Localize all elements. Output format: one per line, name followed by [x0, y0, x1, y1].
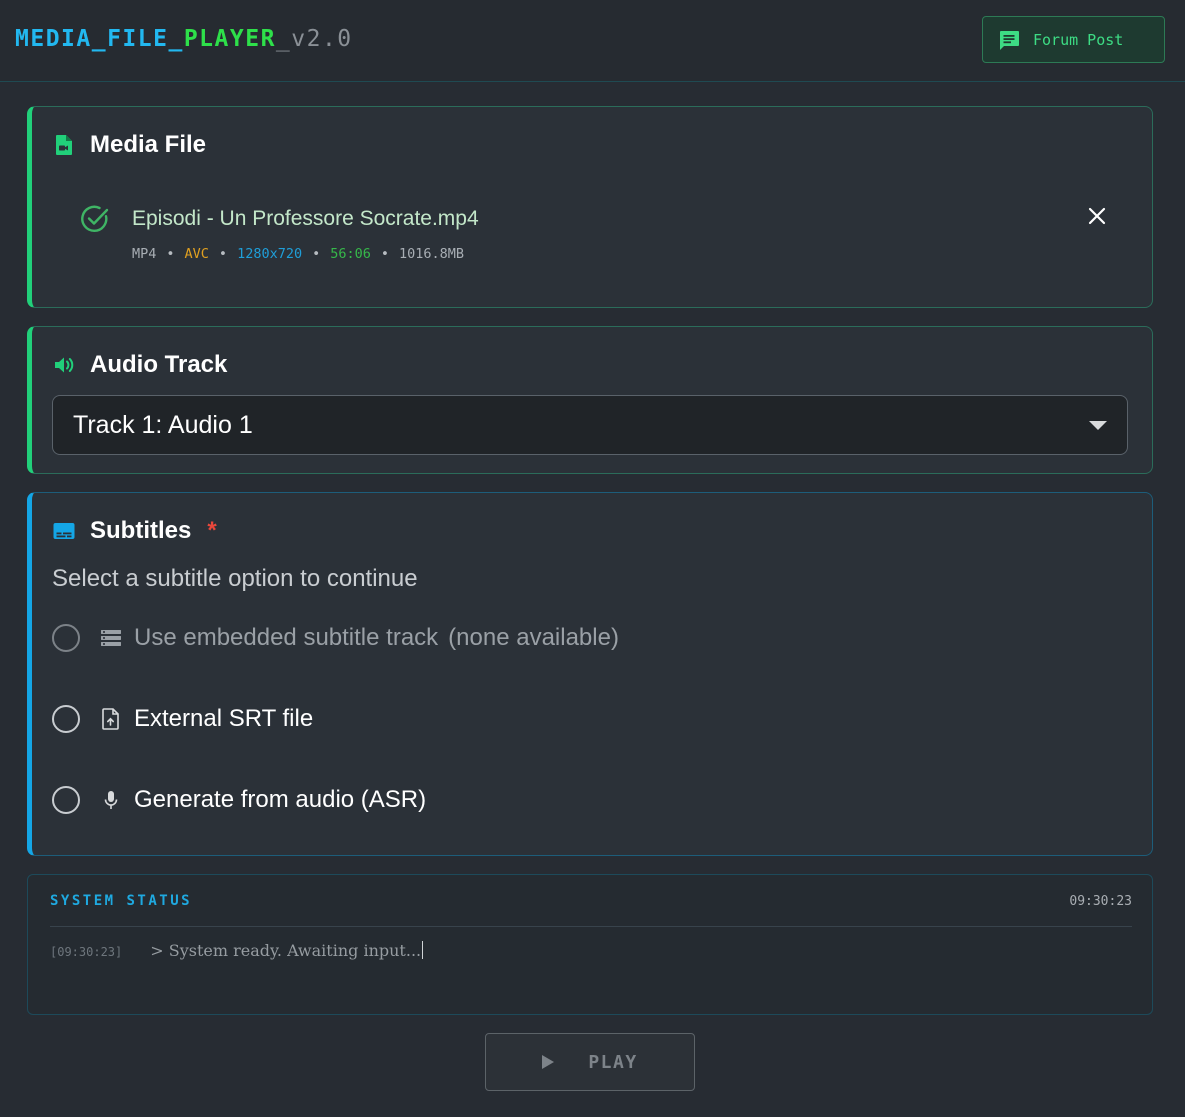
- divider: [50, 926, 1132, 927]
- chat-bubble-icon: [1000, 30, 1019, 50]
- subtitles-icon: [53, 523, 75, 539]
- text-cursor: [422, 941, 424, 959]
- option-generate-asr[interactable]: Generate from audio (ASR): [52, 780, 426, 820]
- audio-track-selected-value: Track 1: Audio 1: [73, 410, 253, 439]
- logo-version: _v2.0: [275, 26, 353, 52]
- play-label: PLAY: [588, 1051, 638, 1073]
- radio-external-srt[interactable]: [52, 705, 80, 733]
- subtitles-card: Subtitles * Select a subtitle option to c…: [27, 492, 1153, 856]
- subtitles-title: Subtitles: [90, 517, 192, 544]
- video-file-icon: [56, 135, 72, 155]
- option-external-srt-label: External SRT file: [134, 705, 314, 732]
- audio-track-title: Audio Track: [90, 351, 228, 378]
- required-asterisk: *: [207, 517, 217, 544]
- file-upload-icon: [98, 706, 124, 732]
- system-status-title: SYSTEM STATUS: [50, 893, 193, 909]
- file-duration: 56:06: [330, 246, 371, 262]
- meta-separator: •: [312, 246, 321, 262]
- option-embedded-subtitle[interactable]: Use embedded subtitle track (none availa…: [52, 618, 619, 658]
- system-status-clock: 09:30:23: [1069, 894, 1132, 909]
- media-file-card: Media File Episodi - Un Professore Socra…: [27, 106, 1153, 308]
- media-file-header: Media File: [52, 131, 206, 159]
- log-message: > System ready. Awaiting input...: [150, 941, 422, 960]
- audio-track-card: Audio Track Track 1: Audio 1: [27, 326, 1153, 474]
- option-generate-asr-label: Generate from audio (ASR): [134, 786, 427, 813]
- app-header: MEDIA_FILE_PLAYER_v2.0 Forum Post: [0, 0, 1185, 82]
- option-external-srt[interactable]: External SRT file: [52, 699, 313, 739]
- subtitles-header: Subtitles *: [52, 517, 217, 545]
- file-size: 1016.8MB: [399, 246, 465, 262]
- media-file-title: Media File: [90, 131, 207, 158]
- radio-generate-asr[interactable]: [52, 786, 80, 814]
- radio-embedded[interactable]: [52, 624, 80, 652]
- list-icon: [98, 625, 124, 651]
- option-embedded-note: (none available): [448, 624, 619, 651]
- logo-text-media-file: MEDIA_FILE_: [15, 26, 184, 52]
- check-circle-icon: [81, 205, 109, 232]
- audio-track-select[interactable]: Track 1: Audio 1: [52, 395, 1128, 455]
- meta-separator: •: [166, 246, 175, 262]
- file-container: MP4: [132, 246, 157, 262]
- option-embedded-label: Use embedded subtitle track: [134, 624, 439, 651]
- file-name: Episodi - Un Professore Socrate.mp4: [132, 207, 479, 230]
- system-status-panel: SYSTEM STATUS 09:30:23 [09:30:23] > Syste…: [27, 874, 1153, 1015]
- microphone-icon: [98, 787, 124, 813]
- file-codec: AVC: [184, 246, 209, 262]
- chevron-down-icon: [1089, 421, 1107, 430]
- play-icon: [542, 1055, 555, 1069]
- file-metadata: MP4 • AVC • 1280x720 • 56:06 • 1016.8MB: [132, 246, 464, 262]
- log-entry: [09:30:23] > System ready. Awaiting input…: [50, 941, 424, 960]
- forum-post-label: Forum Post: [1033, 30, 1124, 49]
- audio-track-header: Audio Track: [52, 351, 227, 379]
- file-resolution: 1280x720: [237, 246, 303, 262]
- meta-separator: •: [380, 246, 390, 262]
- play-button[interactable]: PLAY: [485, 1033, 695, 1091]
- app-logo: MEDIA_FILE_PLAYER_v2.0: [15, 26, 353, 52]
- log-timestamp: [09:30:23]: [50, 945, 123, 959]
- forum-post-button[interactable]: Forum Post: [982, 16, 1165, 63]
- speaker-icon: [55, 357, 74, 373]
- logo-text-player: PLAYER: [183, 26, 276, 52]
- subtitle-hint: Select a subtitle option to continue: [52, 565, 418, 592]
- meta-separator: •: [218, 246, 228, 262]
- remove-file-close-icon[interactable]: [1086, 205, 1108, 227]
